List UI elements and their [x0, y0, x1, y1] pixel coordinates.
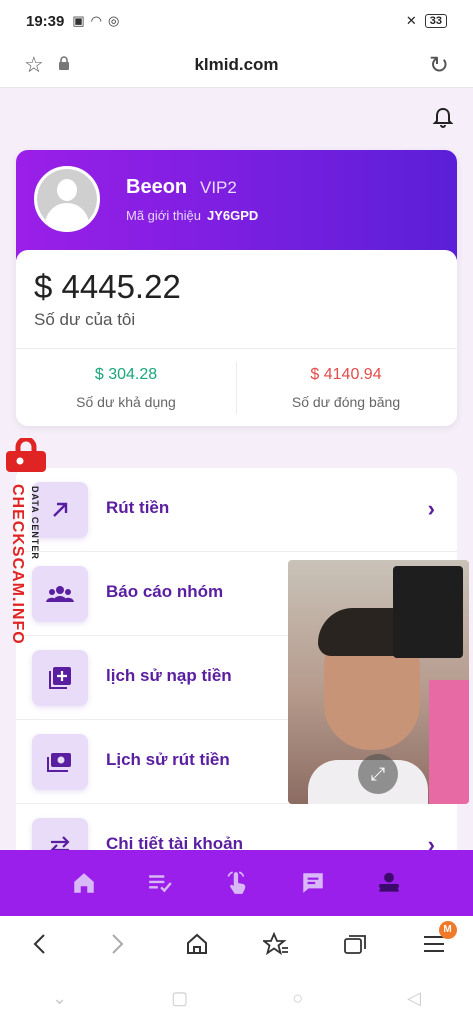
total-balance: $ 4445.22: [34, 268, 181, 305]
watermark-text: CHECKSCAM.INFO: [9, 484, 26, 645]
back-icon[interactable]: [24, 929, 54, 959]
system-recents-icon[interactable]: ▢: [171, 988, 188, 1009]
system-nav: ⌄ ▢ ○ ◁: [0, 972, 473, 1024]
divider: [16, 348, 457, 349]
wifi-icon: ◠: [90, 13, 103, 28]
forward-icon[interactable]: [103, 929, 133, 959]
frozen-balance-label: Số dư đóng băng: [291, 394, 401, 410]
balance-block: $ 4445.22 Số dư của tôi $ 304.28 Số dư k…: [16, 250, 457, 426]
tabs-icon[interactable]: [340, 929, 370, 959]
system-collapse-icon[interactable]: ⌄: [52, 988, 67, 1009]
profile-card: Beeon VIP2 Mã giới thiệu JY6GPD $ 4445.22…: [16, 150, 457, 426]
system-home-icon[interactable]: ○: [292, 988, 303, 1009]
menu-item-label: Lịch sử rút tiền: [106, 750, 230, 769]
cash-icon: [32, 734, 88, 790]
bookmarks-icon[interactable]: [261, 929, 291, 959]
tap-icon[interactable]: [198, 870, 274, 896]
message-icon[interactable]: [275, 870, 351, 896]
referral-code: JY6GPD: [207, 208, 259, 223]
available-balance-box: $ 304.28 Số dư khả dụng: [16, 366, 236, 410]
profile-header: Beeon VIP2 Mã giới thiệu JY6GPD: [16, 150, 457, 260]
chevron-right-icon: ›: [427, 832, 435, 850]
browser-toolbar: M: [0, 916, 473, 972]
avatar[interactable]: [34, 166, 100, 232]
notification-icon: ▣: [72, 13, 85, 28]
watermark-subtext: DATA CENTER: [30, 486, 40, 560]
menu-item-withdraw[interactable]: Rút tiền ›: [16, 468, 457, 552]
url-domain[interactable]: klmid.com: [0, 55, 473, 75]
referral-label: Mã giới thiệu: [126, 208, 202, 223]
notification-badge: M: [438, 921, 457, 939]
menu-item-label: Rút tiền: [106, 498, 170, 517]
tasks-icon[interactable]: [122, 870, 198, 896]
reload-icon[interactable]: ↻: [429, 51, 449, 80]
battery-indicator: 33: [424, 14, 447, 28]
bell-icon[interactable]: [431, 106, 455, 130]
chevron-right-icon: ›: [427, 496, 435, 521]
expand-icon[interactable]: ⤢: [358, 754, 398, 794]
available-balance: $ 304.28: [94, 366, 158, 383]
menu-item-label: lịch sử nạp tiền: [106, 666, 232, 685]
available-balance-label: Số dư khả dụng: [76, 394, 176, 410]
user-icon[interactable]: [351, 870, 427, 896]
user-name: Beeon: [126, 176, 188, 198]
browser-url-bar: ☆ klmid.com ↻: [0, 42, 473, 88]
total-balance-label: Số dư của tôi: [34, 310, 136, 329]
self-view-thumbnail[interactable]: [393, 566, 463, 658]
swap-icon: [32, 818, 88, 850]
menu-item-label: Chi tiết tài khoản: [106, 834, 243, 850]
active-indicator: [378, 884, 399, 888]
mute-icon: ✕: [405, 13, 417, 28]
video-call-overlay[interactable]: ⤢: [288, 560, 469, 804]
vip-level: VIP2: [200, 178, 237, 197]
status-time: 19:39: [26, 12, 65, 30]
bottom-nav: [0, 850, 473, 916]
zalo-icon: ◎: [108, 13, 120, 28]
menu-icon[interactable]: M: [419, 921, 457, 959]
frozen-balance: $ 4140.94: [310, 366, 382, 383]
frozen-balance-box: $ 4140.94 Số dư đóng băng: [236, 366, 456, 410]
watermark: CHECKSCAM.INFO DATA CENTER: [0, 438, 52, 668]
home-icon[interactable]: [46, 870, 122, 896]
browser-home-icon[interactable]: [182, 929, 212, 959]
padlock-icon: [6, 438, 46, 472]
status-bar: 19:39 ▣ ◠ ◎ ✕ 33: [0, 0, 473, 42]
referral-line: Mã giới thiệu JY6GPD: [126, 208, 258, 223]
system-back-icon[interactable]: ◁: [407, 988, 421, 1009]
menu-item-label: Báo cáo nhóm: [106, 582, 224, 601]
menu-item-account-details[interactable]: Chi tiết tài khoản ›: [16, 804, 457, 850]
